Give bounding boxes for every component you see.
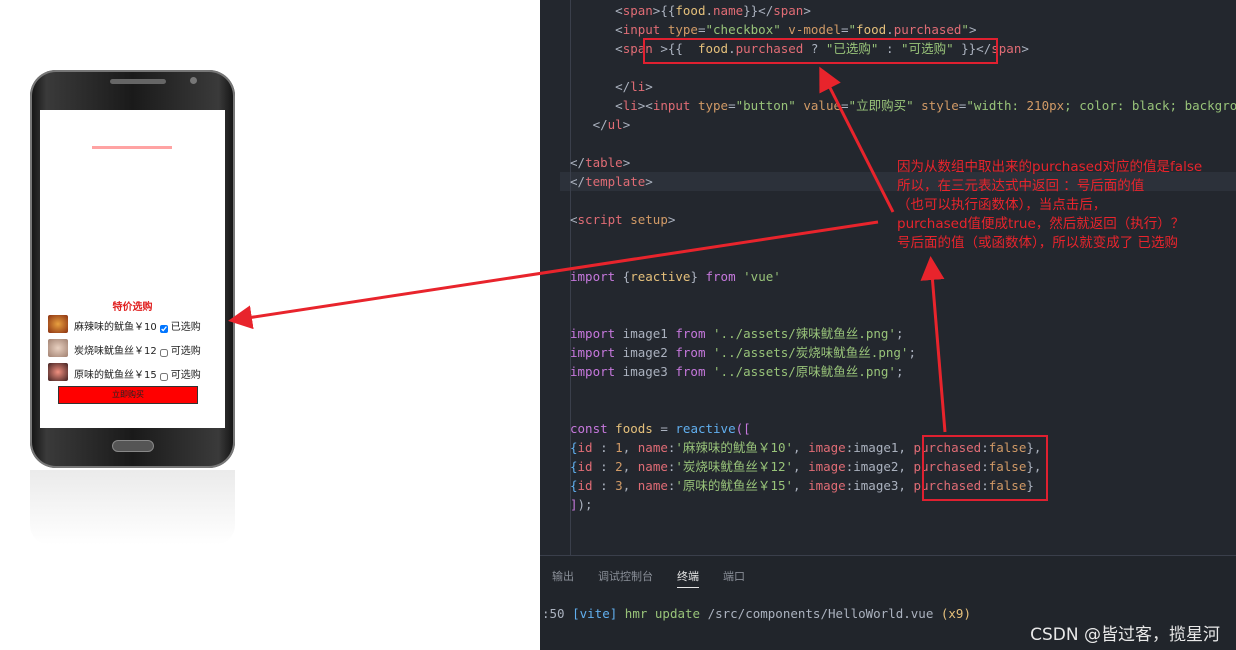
arrow-to-ternary <box>819 66 895 213</box>
arrow-from-purchased <box>920 256 947 433</box>
arrow-to-phone <box>228 220 879 330</box>
annotation-arrows <box>228 66 947 433</box>
